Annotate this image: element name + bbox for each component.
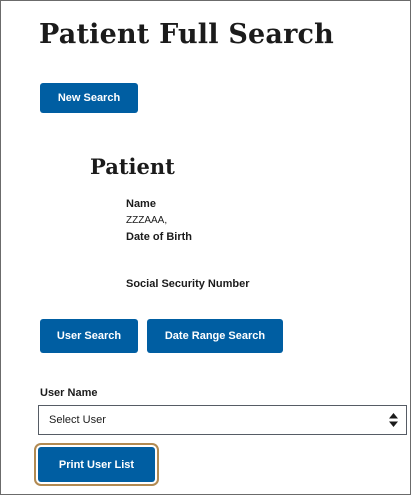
page-frame: Patient Full Search New Search Patient N… bbox=[0, 0, 411, 495]
user-select-value: Select User bbox=[49, 414, 106, 426]
social-security-number-label: Social Security Number bbox=[126, 278, 250, 290]
new-search-button[interactable]: New Search bbox=[40, 83, 138, 113]
print-user-list-button[interactable]: Print User List bbox=[38, 447, 155, 482]
page-title: Patient Full Search bbox=[39, 19, 334, 50]
date-of-birth-label: Date of Birth bbox=[126, 231, 192, 243]
patient-section-title: Patient bbox=[90, 154, 175, 179]
user-search-button[interactable]: User Search bbox=[40, 319, 138, 353]
date-range-search-button[interactable]: Date Range Search bbox=[147, 319, 283, 353]
patient-name-value: ZZZAAA, bbox=[126, 215, 168, 226]
patient-name-label: Name bbox=[126, 198, 156, 210]
user-select[interactable]: Select User bbox=[38, 405, 407, 435]
user-name-label: User Name bbox=[40, 387, 98, 399]
select-sort-arrows-icon bbox=[389, 413, 398, 427]
